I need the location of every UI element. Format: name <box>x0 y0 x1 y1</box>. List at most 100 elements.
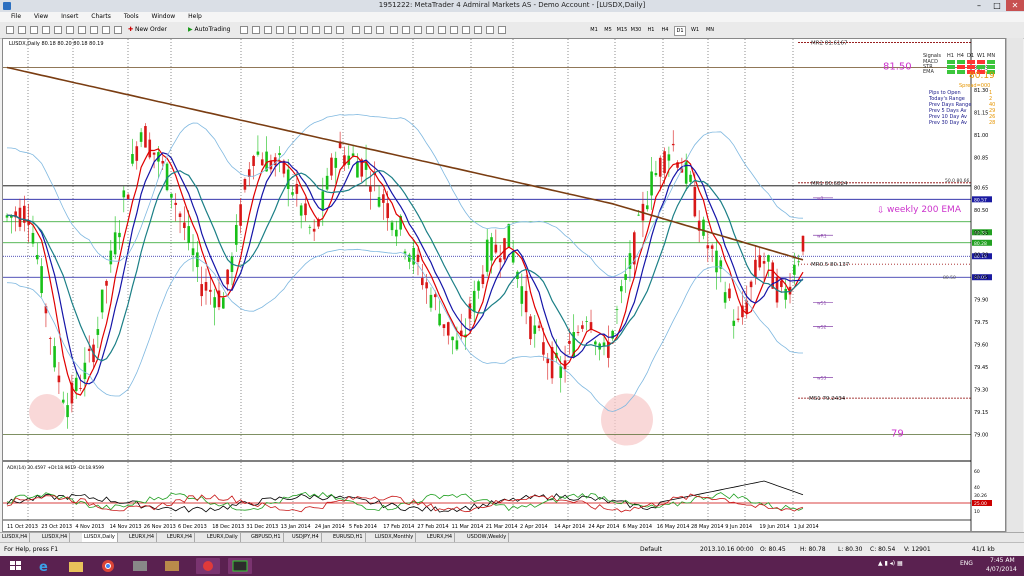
menu-charts[interactable]: Charts <box>91 12 111 22</box>
files-icon[interactable] <box>160 558 184 574</box>
chart-shift-icon[interactable] <box>324 26 332 34</box>
profiles-icon[interactable] <box>18 26 26 34</box>
text-icon[interactable] <box>474 26 482 34</box>
candle-body-114 <box>498 258 502 263</box>
menu-insert[interactable]: Insert <box>61 12 78 22</box>
line-chart-icon[interactable] <box>264 26 272 34</box>
candle-body-123 <box>537 325 541 328</box>
date-tick-11: 17 Feb 2014 <box>383 524 414 530</box>
adx-tick-2: 30.26 <box>974 493 987 499</box>
tf-m30[interactable]: M30 <box>630 26 642 34</box>
ie-icon[interactable]: e <box>32 558 56 575</box>
fibonacci-icon[interactable] <box>462 26 470 34</box>
menu-view[interactable]: View <box>34 12 48 22</box>
tab-lusdx-monthly[interactable]: LUSDX,Monthly <box>373 533 417 542</box>
menu-window[interactable]: Window <box>152 12 176 22</box>
zoom-icon[interactable] <box>78 26 86 34</box>
autoscroll-icon[interactable] <box>312 26 320 34</box>
tab-leurx-daily[interactable]: LEURX,Daily <box>205 533 241 542</box>
tf-h4[interactable]: H4 <box>659 26 671 34</box>
minimize-button[interactable]: – <box>970 0 988 11</box>
navigator-icon[interactable] <box>42 26 50 34</box>
tester-icon[interactable] <box>66 26 74 34</box>
crosshair-icon[interactable] <box>402 26 410 34</box>
fib-right-label: 80.50 <box>943 275 956 281</box>
clock-time[interactable]: 7:45 AM <box>990 557 1015 564</box>
zoom-out-icon[interactable] <box>288 26 296 34</box>
signal-box-1-2 <box>967 65 975 69</box>
market-watch-icon[interactable] <box>30 26 38 34</box>
new-order-button[interactable]: ✚ New Order <box>128 25 167 35</box>
tab-eurusd-h1[interactable]: EURUSD,H1 <box>331 533 366 542</box>
trendline-icon[interactable] <box>438 26 446 34</box>
tile-icon[interactable] <box>102 26 110 34</box>
chrome-icon[interactable] <box>96 558 120 574</box>
new-chart-icon[interactable] <box>6 26 14 34</box>
vertical-line-icon[interactable] <box>414 26 422 34</box>
tf-w1[interactable]: W1 <box>689 26 701 34</box>
horizontal-line-icon[interactable] <box>426 26 434 34</box>
tab-gbpusd-h1[interactable]: GBPUSD,H1 <box>249 533 284 542</box>
status-open: O: 80.45 <box>760 546 786 553</box>
menu-tools[interactable]: Tools <box>124 12 139 22</box>
label-icon[interactable] <box>486 26 494 34</box>
explorer-icon[interactable] <box>64 558 88 574</box>
tf-d1[interactable]: D1 <box>674 26 686 36</box>
candle-body-86 <box>377 197 381 207</box>
tf-m5[interactable]: M5 <box>602 26 614 34</box>
tab-leurx-h4[interactable]: LEURX,H4 <box>127 533 158 542</box>
chart-window[interactable]: MR2 81.6167 81.50 MR1 80.6824 50.0 80.66 wee… <box>2 38 1006 532</box>
start-icon[interactable] <box>4 558 28 574</box>
tab-lusdx-daily[interactable]: LUSDX,Daily <box>82 533 118 542</box>
indicators-icon[interactable] <box>336 26 344 34</box>
chart-props-icon[interactable] <box>114 26 122 34</box>
close-button[interactable]: ✕ <box>1006 0 1024 11</box>
tf-m1[interactable]: M1 <box>588 26 600 34</box>
candle-body-32 <box>144 126 147 148</box>
tile-windows-icon[interactable] <box>300 26 308 34</box>
candle-chart-icon[interactable] <box>252 26 260 34</box>
arrows-icon[interactable] <box>498 26 506 34</box>
candle-body-113 <box>494 244 498 253</box>
periods-icon[interactable] <box>352 26 360 34</box>
metatrader-icon[interactable] <box>196 558 220 574</box>
candle-body-7 <box>35 254 39 260</box>
maximize-button[interactable]: □ <box>988 0 1006 11</box>
clock-date[interactable]: 4/07/2014 <box>986 566 1017 573</box>
candle-body-99 <box>433 294 437 298</box>
candle-body-23 <box>105 280 108 286</box>
app-icon-2[interactable] <box>228 558 252 574</box>
channel-icon[interactable] <box>450 26 458 34</box>
candle-body-68 <box>299 205 303 216</box>
templates-menu-icon[interactable] <box>376 26 384 34</box>
tab-usdow-weekly[interactable]: USDOW,Weekly <box>465 533 510 542</box>
candle-body-104 <box>455 340 459 350</box>
menu-file[interactable]: File <box>11 12 21 22</box>
candle-body-41 <box>183 222 186 228</box>
media-icon[interactable] <box>128 558 152 574</box>
tray-icons[interactable]: ▲ ▮ ◂) ▦ <box>878 560 903 567</box>
candle-body-90 <box>395 229 398 237</box>
candle-body-50 <box>222 297 225 309</box>
tab-leurx-h4-2[interactable]: LEURX,H4 <box>165 533 196 542</box>
autotrading-button[interactable]: ▶ AutoTrading <box>188 25 231 35</box>
templates-icon[interactable] <box>364 26 372 34</box>
menu-help[interactable]: Help <box>188 12 202 22</box>
zoom-in-icon[interactable] <box>276 26 284 34</box>
bar-chart-icon[interactable] <box>240 26 248 34</box>
candle-body-164 <box>715 250 718 273</box>
tf-h1[interactable]: H1 <box>645 26 657 34</box>
tab-lusdx-h4-2[interactable]: LUSDX,H4 <box>40 533 71 542</box>
language-indicator[interactable]: ENG <box>960 560 973 567</box>
grid-icon[interactable] <box>90 26 98 34</box>
candle-body-166 <box>723 292 727 303</box>
cursor-icon[interactable] <box>390 26 398 34</box>
tf-mn[interactable]: MN <box>704 26 716 34</box>
signal-price: 80.19 <box>969 71 995 81</box>
tab-usdjpy-h4[interactable]: USDJPY,H4 <box>290 533 322 542</box>
terminal-icon[interactable] <box>54 26 62 34</box>
price-chart[interactable]: MR2 81.6167 81.50 MR1 80.6824 50.0 80.66 wee… <box>3 39 1005 531</box>
tab-lusdx-h4[interactable]: LUSDX,H4 <box>0 533 31 542</box>
tf-m15[interactable]: M15 <box>616 26 628 34</box>
tab-leurx-h4-3[interactable]: LEURX,H4 <box>425 533 456 542</box>
